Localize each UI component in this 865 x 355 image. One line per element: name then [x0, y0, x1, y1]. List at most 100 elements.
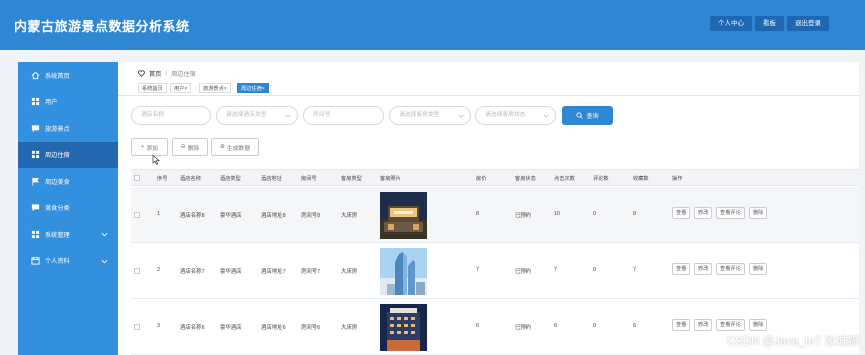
cell-index: 1 [157, 211, 160, 217]
header-hotel-type: 酒店类型 [220, 176, 241, 182]
header-index: 序号 [157, 176, 168, 182]
table-row[interactable]: 2 酒店名称7 豪华酒店 酒店地址7 房间号7 大床房 7 已预约 7 0 7 … [131, 243, 859, 299]
cell-hotel-type: 豪华酒店 [220, 213, 242, 219]
view-button[interactable]: 查看 [672, 207, 691, 219]
breadcrumb: 首页 / 周边住宿 [138, 69, 196, 78]
room-type-select[interactable]: 请选择客房类型 [389, 106, 471, 125]
profile-center-button[interactable]: 个人中心 [710, 16, 752, 31]
edit-button[interactable]: 修改 [694, 319, 713, 331]
generate-data-button[interactable]: ⊕ 生成数据 [211, 138, 259, 156]
top-header: 内蒙古旅游景点数据分析系统 个人中心 看板 退出登录 [0, 0, 865, 50]
edit-button[interactable]: 修改 [694, 207, 713, 219]
add-button[interactable]: + 添加 [131, 138, 168, 156]
breadcrumb-current: 周边住宿 [171, 71, 196, 78]
sidebar-item-label: 个人资料 [45, 258, 70, 266]
room-status-placeholder: 请选择客房状态 [485, 112, 526, 118]
chevron-down-icon [543, 114, 549, 118]
delete-icon: ⊖ [180, 144, 186, 150]
cell-hotel-name: 酒店名称8 [180, 213, 205, 219]
tab-home[interactable]: 系统首页 [138, 83, 167, 93]
room-photo[interactable] [380, 248, 427, 295]
sidebar-item-label: 周边住宿 [45, 152, 70, 160]
query-label: 查询 [586, 113, 599, 120]
row-checkbox[interactable] [134, 212, 140, 218]
cell-comments: 0 [593, 267, 596, 273]
logout-button[interactable]: 退出登录 [787, 16, 829, 31]
cell-hotel-address: 酒店地址7 [261, 269, 286, 275]
sidebar: 系统首页 用户 旅游景点 周边住宿 周边美食 美食分类 系统管理 个人资料 [18, 62, 118, 355]
delete-label: 删除 [187, 145, 200, 152]
header-room-status: 客房状态 [515, 176, 536, 182]
dashboard-button[interactable]: 看板 [755, 16, 784, 31]
view-comments-button[interactable]: 查看评论 [716, 319, 745, 331]
cell-clicks: 6 [554, 323, 557, 329]
hotel-type-select[interactable]: 请选择酒店类型 [216, 106, 298, 125]
row-checkbox[interactable] [134, 324, 140, 330]
view-button[interactable]: 查看 [672, 263, 691, 275]
row-checkbox[interactable] [134, 268, 140, 274]
tab-attractions[interactable]: 旅游景点× [199, 83, 231, 93]
cell-room-type: 大床房 [341, 325, 358, 331]
edit-button[interactable]: 修改 [694, 263, 713, 275]
query-button[interactable]: 查询 [562, 106, 613, 125]
plus-icon: + [141, 144, 145, 150]
header-favorites: 收藏数 [633, 176, 649, 182]
chevron-down-icon [285, 114, 291, 118]
search-icon [576, 112, 583, 119]
sidebar-item-system[interactable]: 系统管理 [18, 221, 118, 248]
cell-hotel-address: 酒店地址6 [261, 325, 286, 331]
hotel-name-input[interactable]: 酒店名称 [131, 106, 211, 125]
chat-icon [31, 203, 40, 212]
cell-price: 6 [476, 323, 479, 329]
table-row[interactable]: 1 酒店名称8 豪华酒店 酒店地址8 房间号8 大床房 8 已预约 10 0 8… [131, 187, 859, 243]
header-comments: 评论数 [593, 176, 609, 182]
room-number-input[interactable]: 房间号 [303, 106, 384, 125]
sidebar-item-food[interactable]: 周边美食 [18, 168, 118, 195]
cell-room-type: 大床房 [341, 213, 358, 219]
calendar-icon [31, 256, 40, 265]
cell-clicks: 7 [554, 267, 557, 273]
flag-icon [31, 177, 40, 186]
view-comments-button[interactable]: 查看评论 [716, 263, 745, 275]
cell-hotel-type: 豪华酒店 [220, 269, 242, 275]
sidebar-item-food-category[interactable]: 美食分类 [18, 195, 118, 222]
chevron-down-icon [101, 259, 108, 263]
sidebar-item-profile[interactable]: 个人资料 [18, 248, 118, 275]
tab-lodging[interactable]: 周边住宿× [237, 83, 269, 93]
room-status-select[interactable]: 请选择客房状态 [475, 106, 556, 125]
select-all-checkbox[interactable] [134, 175, 140, 181]
cell-room-number: 房间号6 [301, 325, 321, 331]
header-actions: 操作 [672, 176, 683, 182]
tab-bar: 系统首页 用户× 旅游景点× 周边住宿× [118, 82, 859, 96]
sidebar-item-lodging[interactable]: 周边住宿 [18, 141, 118, 168]
header-room-number: 房间号 [301, 176, 317, 182]
room-photo[interactable] [380, 304, 427, 351]
sidebar-item-home[interactable]: 系统首页 [18, 62, 118, 89]
cell-favorites: 6 [633, 323, 636, 329]
view-comments-button[interactable]: 查看评论 [716, 207, 745, 219]
app-title: 内蒙古旅游景点数据分析系统 [14, 19, 190, 34]
delete-row-button[interactable]: 删除 [749, 207, 768, 219]
delete-button[interactable]: ⊖ 删除 [172, 138, 208, 156]
sidebar-item-users[interactable]: 用户 [18, 89, 118, 116]
header-room-type: 客房类型 [341, 176, 362, 182]
cell-index: 2 [157, 267, 160, 273]
tab-users[interactable]: 用户× [170, 83, 192, 93]
generate-label: 生成数据 [226, 145, 251, 152]
breadcrumb-separator: / [165, 70, 168, 77]
cell-comments: 0 [593, 211, 596, 217]
delete-row-button[interactable]: 删除 [749, 319, 768, 331]
view-button[interactable]: 查看 [672, 319, 691, 331]
breadcrumb-home[interactable]: 首页 [149, 69, 161, 78]
watermark: CSDN @Java_IoT 攻城狮 [726, 336, 859, 348]
sidebar-item-label: 系统管理 [45, 231, 70, 239]
cell-room-status: 已预约 [515, 269, 532, 275]
hotel-type-placeholder: 请选择酒店类型 [226, 112, 267, 118]
delete-row-button[interactable]: 删除 [749, 263, 768, 275]
cell-room-status: 已预约 [515, 213, 532, 219]
cell-room-status: 已预约 [515, 325, 532, 331]
sidebar-item-attractions[interactable]: 旅游景点 [18, 115, 118, 142]
cell-hotel-name: 酒店名称7 [180, 269, 205, 275]
cell-price: 7 [476, 267, 479, 273]
room-photo[interactable] [380, 192, 427, 239]
